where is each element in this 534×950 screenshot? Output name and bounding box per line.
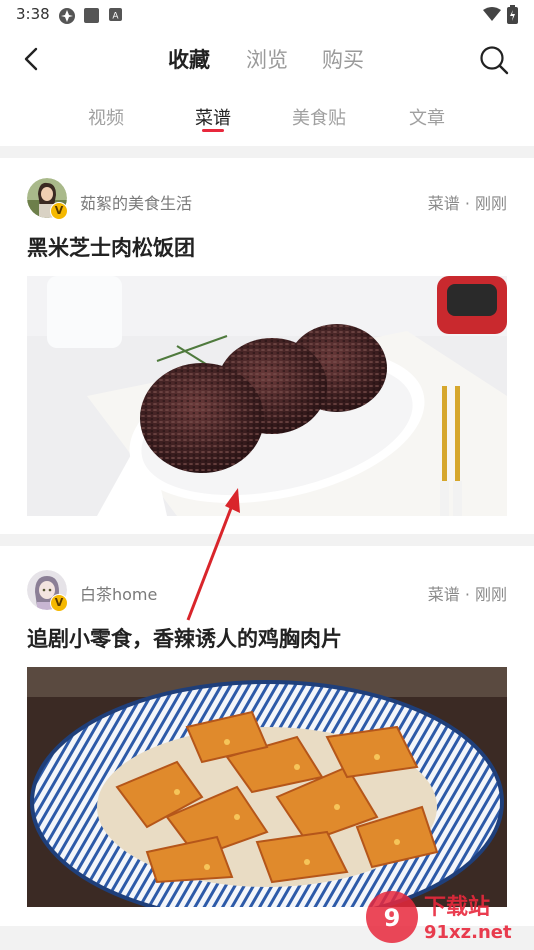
sub-tab-bar: 视频 菜谱 美食贴 文章 <box>0 98 534 138</box>
verified-badge: V <box>50 202 68 220</box>
post-meta: 菜谱 · 刚刚 <box>427 585 507 604</box>
verified-badge: V <box>50 594 68 612</box>
active-tab-indicator <box>202 129 224 132</box>
tab-history[interactable]: 浏览 <box>246 44 288 74</box>
list-item[interactable]: V 茹絮的美食生活 菜谱 · 刚刚 黑米芝士肉松饭团 <box>0 158 534 534</box>
back-arrow-icon[interactable] <box>18 44 46 74</box>
section-divider <box>0 534 534 546</box>
author-name[interactable]: 茹絮的美食生活 <box>80 190 192 214</box>
a-badge-icon: A <box>109 8 122 22</box>
subtab-videos[interactable]: 视频 <box>88 104 124 130</box>
svg-text:A: A <box>112 12 119 22</box>
subtab-recipes[interactable]: 菜谱 <box>195 104 231 130</box>
recipe-title[interactable]: 黑米芝士肉松饭团 <box>27 232 195 262</box>
svg-text:下载站: 下载站 <box>424 894 490 920</box>
post-meta: 菜谱 · 刚刚 <box>427 194 507 213</box>
recipe-title[interactable]: 追剧小零食，香辣诱人的鸡胸肉片 <box>27 623 342 653</box>
search-icon[interactable] <box>478 44 510 76</box>
wifi-icon <box>483 7 501 21</box>
status-bar: 3:38 A <box>0 0 534 30</box>
tab-favorites[interactable]: 收藏 <box>168 44 210 74</box>
subtab-food-posts[interactable]: 美食贴 <box>292 104 346 130</box>
list-item[interactable]: V 白茶home 菜谱 · 刚刚 追剧小零食，香辣诱人的鸡胸肉片 <box>0 546 534 926</box>
recipe-photo[interactable] <box>27 667 507 907</box>
top-nav: 收藏 浏览 购买 <box>0 30 534 88</box>
app-notification-icon <box>59 8 75 24</box>
svg-text:9: 9 <box>384 904 401 932</box>
battery-icon <box>507 5 518 24</box>
site-watermark: 9 下载站 91xz.net <box>366 891 512 943</box>
recipe-photo[interactable] <box>27 276 507 516</box>
app-square-icon <box>84 8 99 23</box>
tab-purchased[interactable]: 购买 <box>322 44 364 74</box>
svg-text:91xz.net: 91xz.net <box>424 922 512 943</box>
section-divider <box>0 146 534 158</box>
status-time: 3:38 <box>16 5 50 23</box>
author-name[interactable]: 白茶home <box>80 581 157 605</box>
subtab-articles[interactable]: 文章 <box>409 104 445 130</box>
